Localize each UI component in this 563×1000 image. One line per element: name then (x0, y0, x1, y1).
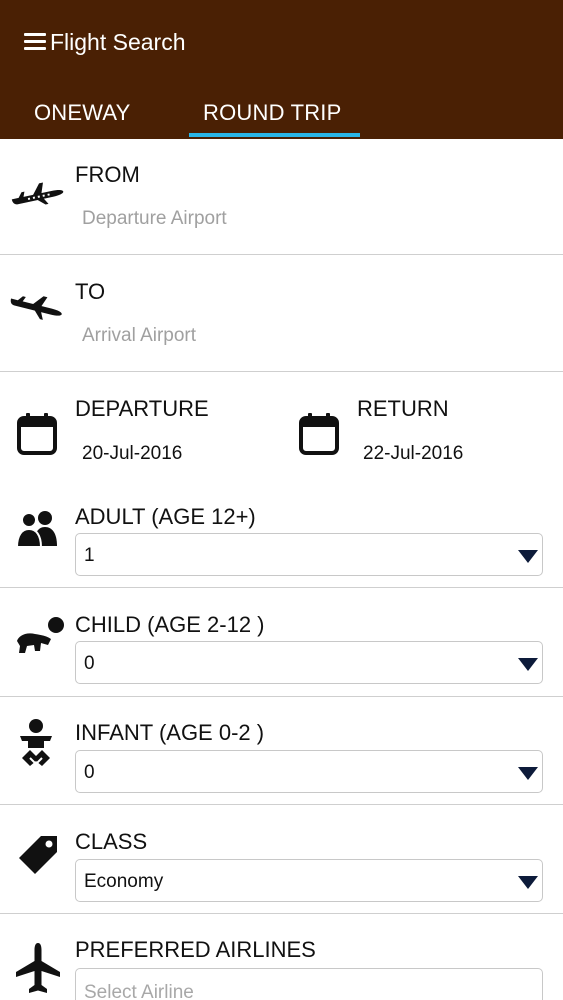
to-label: TO (75, 279, 106, 304)
airplane-icon (16, 943, 60, 993)
divider (0, 371, 563, 372)
airlines-label: PREFERRED AIRLINES (75, 937, 316, 962)
chevron-down-icon (518, 658, 538, 671)
airlines-select-placeholder: Select Airline (84, 982, 194, 1000)
airlines-select[interactable]: Select Airline (75, 968, 543, 1000)
divider (0, 804, 563, 805)
to-input[interactable]: Arrival Airport (82, 325, 196, 347)
class-select[interactable]: Economy (75, 859, 543, 902)
tab-round-trip[interactable]: ROUND TRIP (203, 100, 342, 126)
child-select[interactable]: 0 (75, 641, 543, 684)
adult-select-value: 1 (84, 545, 95, 566)
from-input[interactable]: Departure Airport (82, 208, 227, 230)
divider (0, 696, 563, 697)
tab-indicator (189, 133, 360, 137)
app-header: Flight Search ONEWAY ROUND TRIP (0, 0, 563, 139)
calendar-icon (17, 413, 57, 455)
chevron-down-icon (518, 550, 538, 563)
infant-select-value: 0 (84, 762, 95, 783)
class-select-value: Economy (84, 871, 164, 892)
calendar-icon (299, 413, 339, 455)
child-icon (17, 617, 64, 653)
from-label: FROM (75, 162, 140, 187)
divider (0, 913, 563, 914)
chevron-down-icon (518, 767, 538, 780)
infant-label: INFANT (AGE 0-2 ) (75, 720, 265, 745)
infant-select[interactable]: 0 (75, 750, 543, 793)
child-select-value: 0 (84, 653, 95, 674)
class-label: CLASS (75, 829, 148, 854)
adult-label: ADULT (AGE 12+) (75, 504, 256, 529)
child-label: CHILD (AGE 2-12 ) (75, 612, 265, 637)
plane-landing-icon (10, 296, 62, 320)
departure-label: DEPARTURE (75, 396, 209, 421)
plane-takeoff-icon (11, 182, 64, 205)
tab-oneway[interactable]: ONEWAY (34, 100, 131, 126)
page-title: Flight Search (50, 29, 186, 55)
return-label: RETURN (357, 396, 449, 421)
return-date-value[interactable]: 22-Jul-2016 (363, 443, 463, 465)
divider (0, 254, 563, 255)
infant-icon (20, 719, 52, 766)
adults-icon (15, 511, 57, 548)
tag-icon (19, 836, 57, 874)
adult-select[interactable]: 1 (75, 533, 543, 576)
chevron-down-icon (518, 876, 538, 889)
departure-date-value[interactable]: 20-Jul-2016 (82, 443, 182, 465)
divider (0, 587, 563, 588)
hamburger-menu-icon[interactable] (24, 33, 46, 51)
